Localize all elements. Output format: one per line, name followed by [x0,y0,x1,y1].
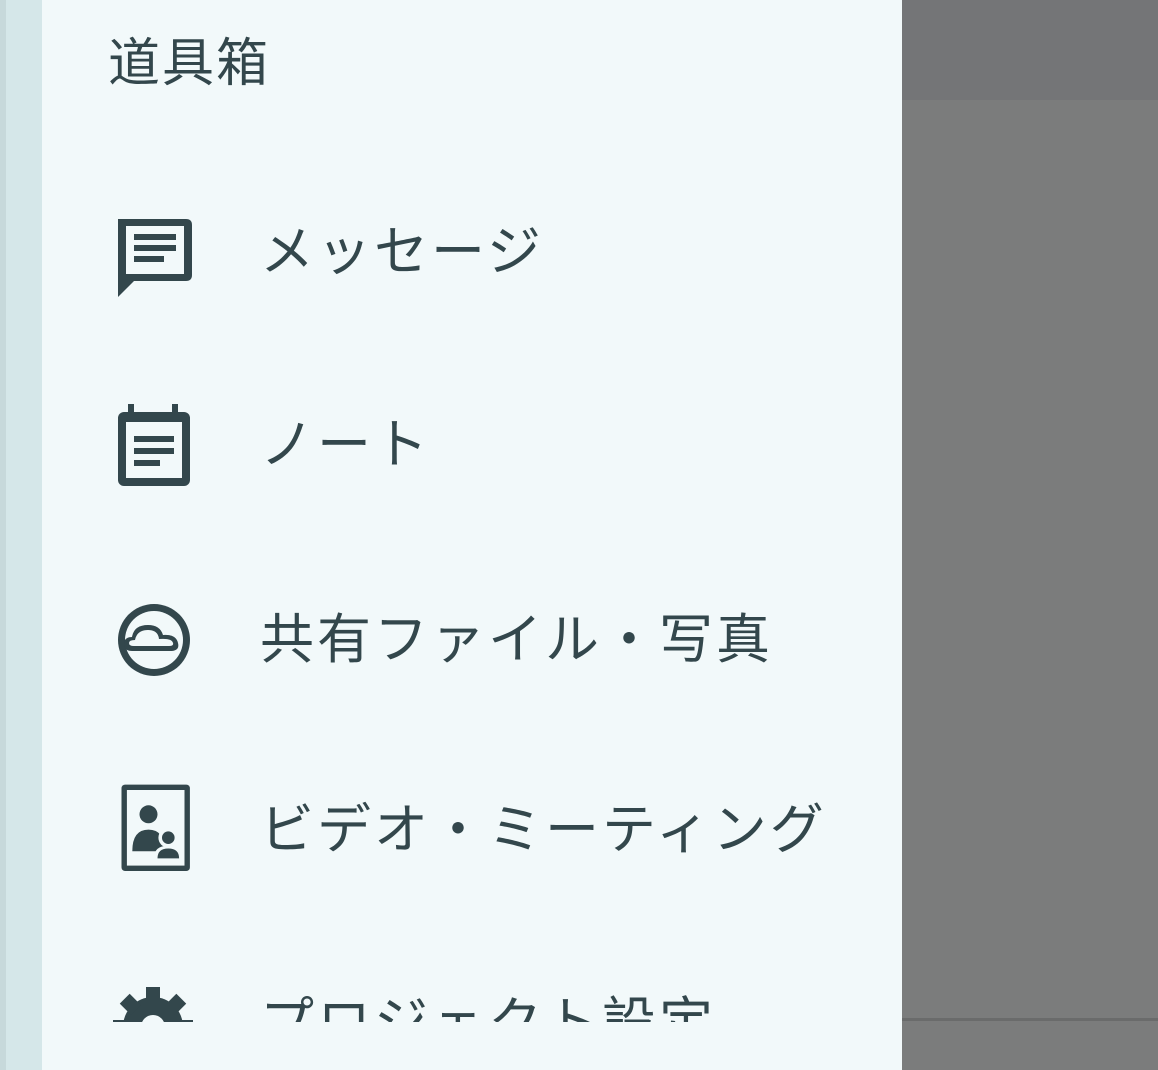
menu-item-label: ノート [260,413,431,476]
menu-item-video-meeting[interactable]: ビデオ・ミーティング [42,755,902,905]
menu-item-project-settings[interactable]: プロジェクト設定 [42,950,902,1022]
video-meeting-icon [108,781,198,871]
menu-item-label: 共有ファイル・写真 [260,608,773,671]
left-edge-strip [0,0,42,1070]
note-icon [108,402,198,492]
left-edge-shade [0,0,6,1070]
menu-item-label: ビデオ・ミーティング [260,798,827,861]
menu-item-shared-files[interactable]: 共有ファイル・写真 [42,565,902,715]
gear-icon [108,982,198,1022]
menu-item-notes[interactable]: ノート [42,370,902,520]
dimmed-divider [902,1018,1158,1021]
menu-item-messages[interactable]: メッセージ [42,175,902,325]
message-icon [108,213,198,303]
drawer-title: 道具箱 [108,34,271,94]
menu-item-label: メッセージ [260,220,544,283]
navigation-drawer: 道具箱 メッセージ ノート 共有ファイル・写真 ビデオ・ミーティング [42,0,902,1070]
menu-item-label: プロジェクト設定 [260,988,716,1022]
cloud-icon [108,597,198,687]
